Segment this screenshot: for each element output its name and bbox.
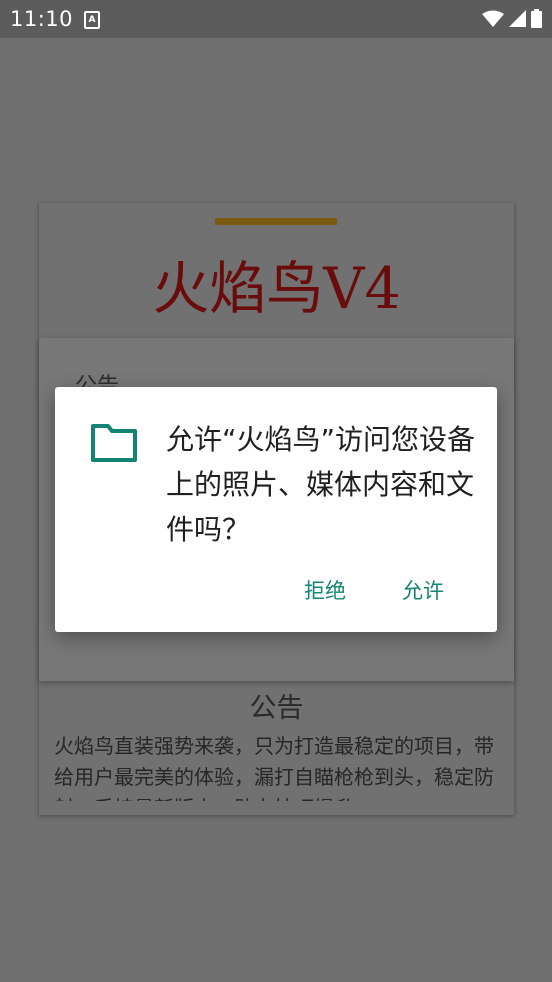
- status-bar: 11:10 A: [0, 0, 552, 38]
- cell-signal-icon: [509, 10, 526, 27]
- folder-icon: [91, 424, 137, 462]
- notice-title: 公告: [249, 693, 304, 724]
- wifi-icon: [482, 10, 504, 27]
- permission-message: 允许“火焰鸟”访问您设备上的照片、媒体内容和文件吗？: [166, 423, 476, 546]
- app-title: 火焰鸟V4: [152, 256, 401, 322]
- notification-icon: A: [84, 11, 100, 29]
- status-icons: [482, 9, 542, 28]
- battery-icon: [531, 9, 542, 28]
- allow-button[interactable]: 允许: [402, 575, 444, 605]
- title-accent-bar: [215, 218, 337, 225]
- deny-button[interactable]: 拒绝: [304, 575, 346, 605]
- permission-dialog: 允许“火焰鸟”访问您设备上的照片、媒体内容和文件吗？ 拒绝 允许: [55, 387, 497, 632]
- notice-body: 火焰鸟直装强势来袭，只为打造最稳定的项目，带给用户最完美的体验，漏打自瞄枪枪到头…: [54, 734, 494, 801]
- status-time: 11:10: [10, 7, 74, 31]
